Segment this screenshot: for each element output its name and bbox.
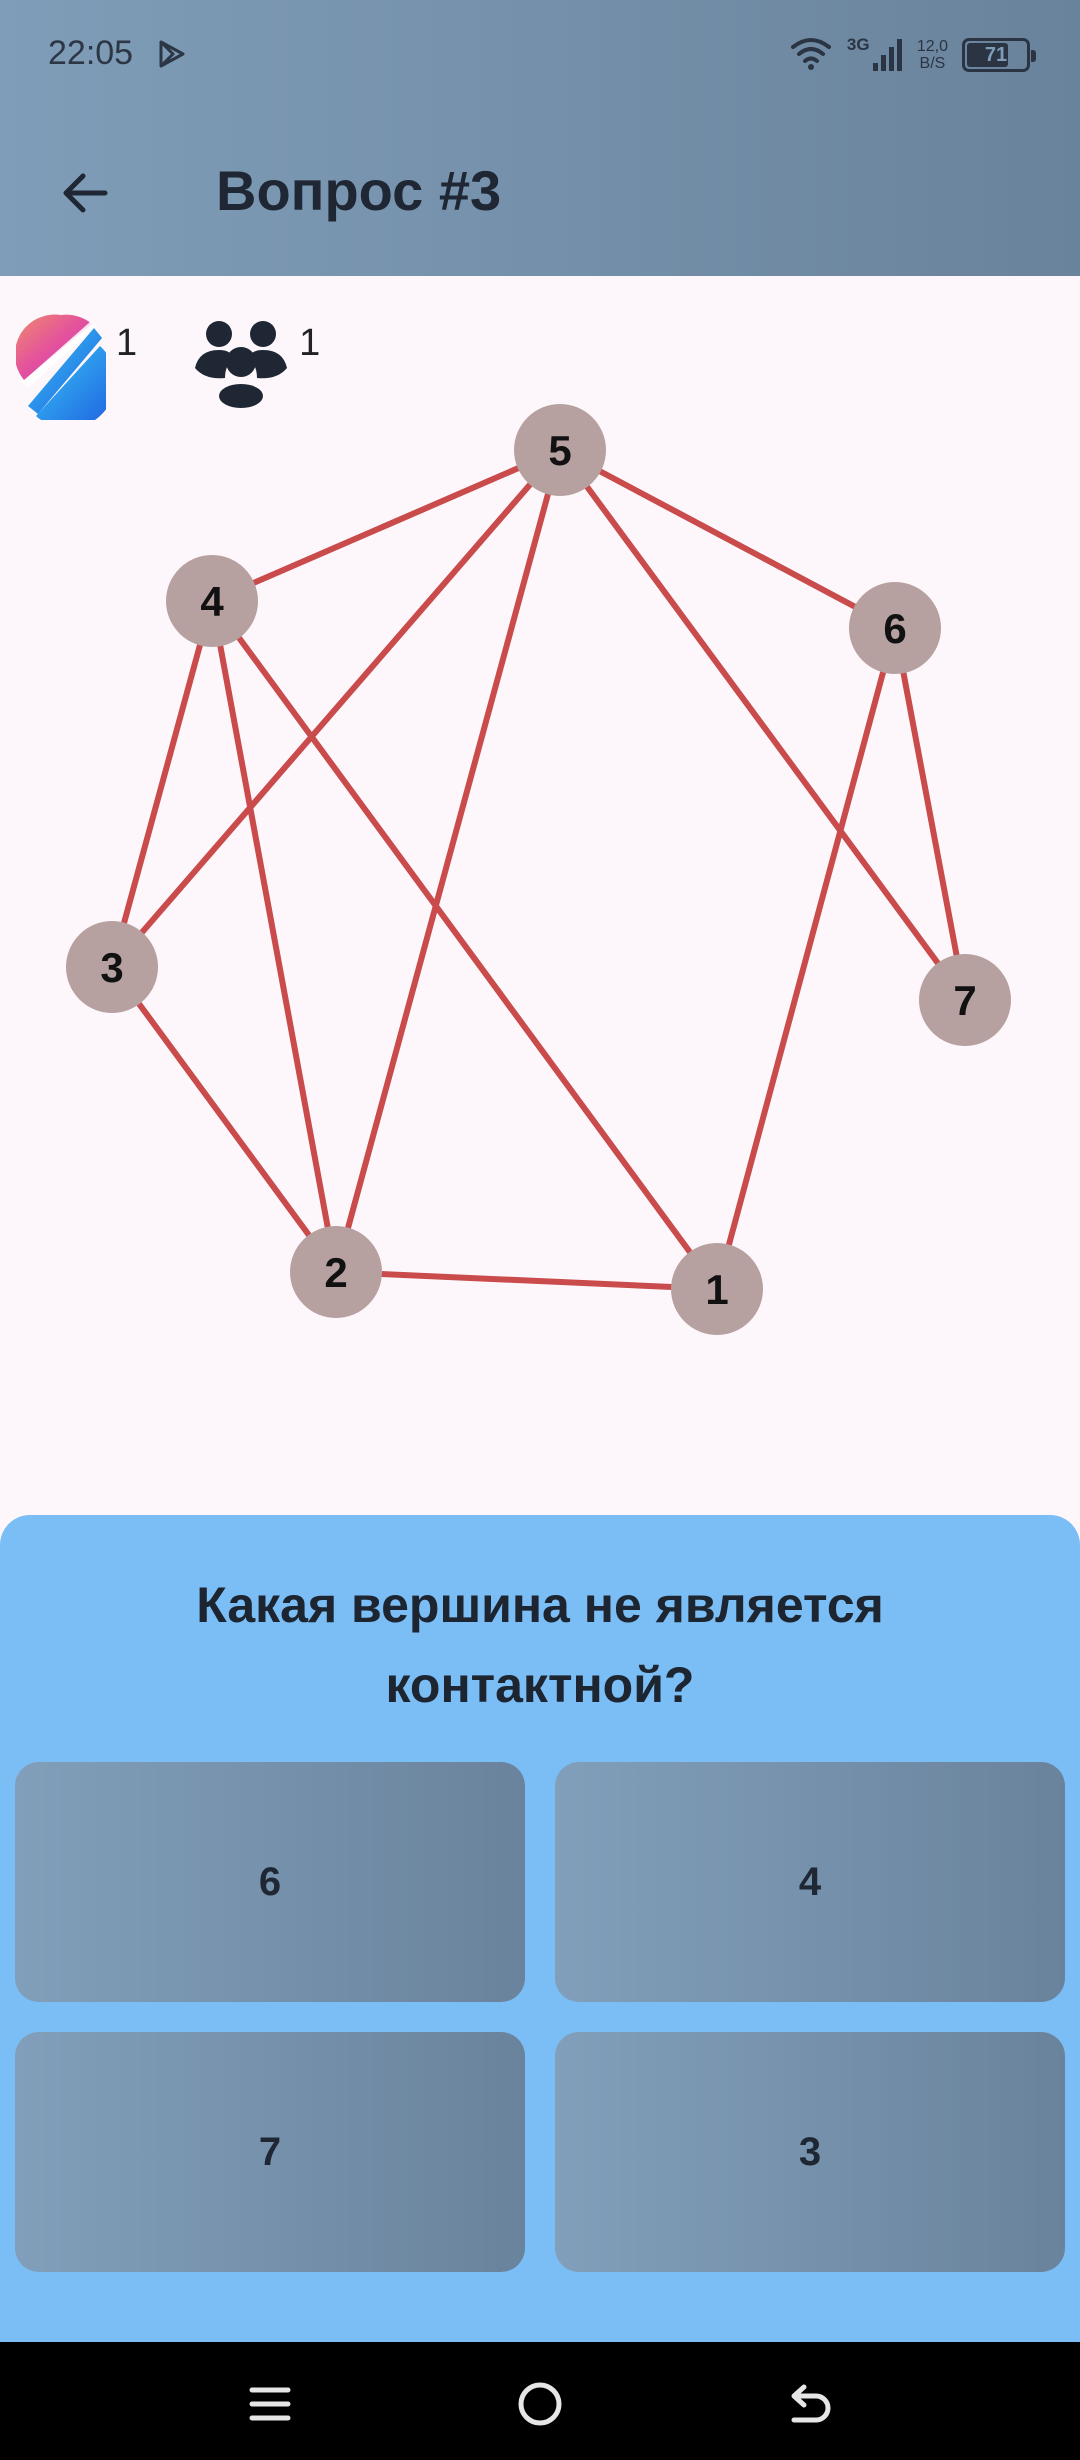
status-bar: 22:05 3G 12,0 B/S 71: [0, 0, 1080, 110]
graph-edge-3-2: [109, 964, 339, 1275]
back-nav-button[interactable]: [770, 2364, 850, 2444]
question-text: Какая вершина не является контактной?: [196, 1577, 884, 1713]
answer-button-3[interactable]: 7: [15, 2032, 525, 2272]
home-nav-button[interactable]: [500, 2364, 580, 2444]
back-icon: [791, 2384, 831, 2423]
vertex-label: 1: [705, 1266, 728, 1313]
back-button[interactable]: [40, 148, 130, 238]
battery-level: 71: [984, 43, 1008, 66]
group-score: 1: [193, 310, 320, 410]
vertex-label: 2: [324, 1249, 347, 1296]
play-store-icon: [155, 38, 187, 75]
vertex-label: 4: [200, 578, 224, 625]
vertex-label: 3: [100, 944, 123, 991]
graph-edge-5-3: [109, 447, 563, 970]
answer-button-1[interactable]: 6: [15, 1762, 525, 2002]
menu-icon: [249, 2387, 291, 2421]
page-title: Вопрос #3: [216, 159, 502, 222]
graph-edge-4-2: [209, 598, 339, 1275]
vertex-label: 7: [953, 977, 976, 1024]
graph-edge-5-6: [557, 447, 898, 631]
player-score-count: 1: [116, 322, 138, 364]
graph-diagram: 1 2 3 4 5 6 7: [66, 404, 1011, 1335]
graph-vertex-1: 1: [671, 1243, 763, 1335]
home-icon: [518, 2382, 562, 2426]
graph-vertex-5: 5: [514, 404, 606, 496]
network-speed: 12,0 B/S: [917, 38, 948, 72]
vertex-label: 6: [883, 605, 906, 652]
menu-nav-button[interactable]: [230, 2364, 310, 2444]
app-bar: Вопрос #3: [0, 110, 1080, 276]
group-score-count: 1: [299, 322, 321, 364]
group-icon: [195, 321, 288, 408]
speed-value: 12,0: [916, 38, 948, 55]
wifi-icon: [789, 35, 833, 76]
status-time: 22:05: [48, 34, 134, 72]
graph-edge-5-7: [557, 447, 968, 1003]
app-header: 22:05 3G 12,0 B/S 71 Вопрос #3: [0, 0, 1080, 276]
system-nav-bar: [0, 2342, 1080, 2460]
graph-edge-5-4: [209, 447, 563, 604]
graph-vertex-7: 7: [919, 954, 1011, 1046]
battery-icon: 71: [962, 38, 1036, 72]
question-panel: Какая вершина не является контактной? 6 …: [0, 1515, 1080, 2342]
signal-icon: 3G: [847, 35, 903, 75]
vertex-label: 5: [548, 427, 571, 474]
graph-edge-6-7: [892, 625, 968, 1003]
graph-edge-2-1: [333, 1269, 720, 1292]
answer-button-4[interactable]: 3: [555, 2032, 1065, 2272]
graph-edge-5-2: [333, 447, 563, 1275]
arrow-left-icon: [63, 173, 108, 213]
graph-edge-6-1: [714, 625, 898, 1292]
speed-unit: B/S: [919, 55, 946, 72]
graph-vertex-4: 4: [166, 555, 258, 647]
answer-button-2[interactable]: 4: [555, 1762, 1065, 2002]
graph-vertex-2: 2: [290, 1226, 382, 1318]
graph-vertex-3: 3: [66, 921, 158, 1013]
status-icons: 3G 12,0 B/S 71: [789, 30, 1036, 80]
graph-edge-4-1: [209, 598, 720, 1292]
graph-vertex-6: 6: [849, 582, 941, 674]
